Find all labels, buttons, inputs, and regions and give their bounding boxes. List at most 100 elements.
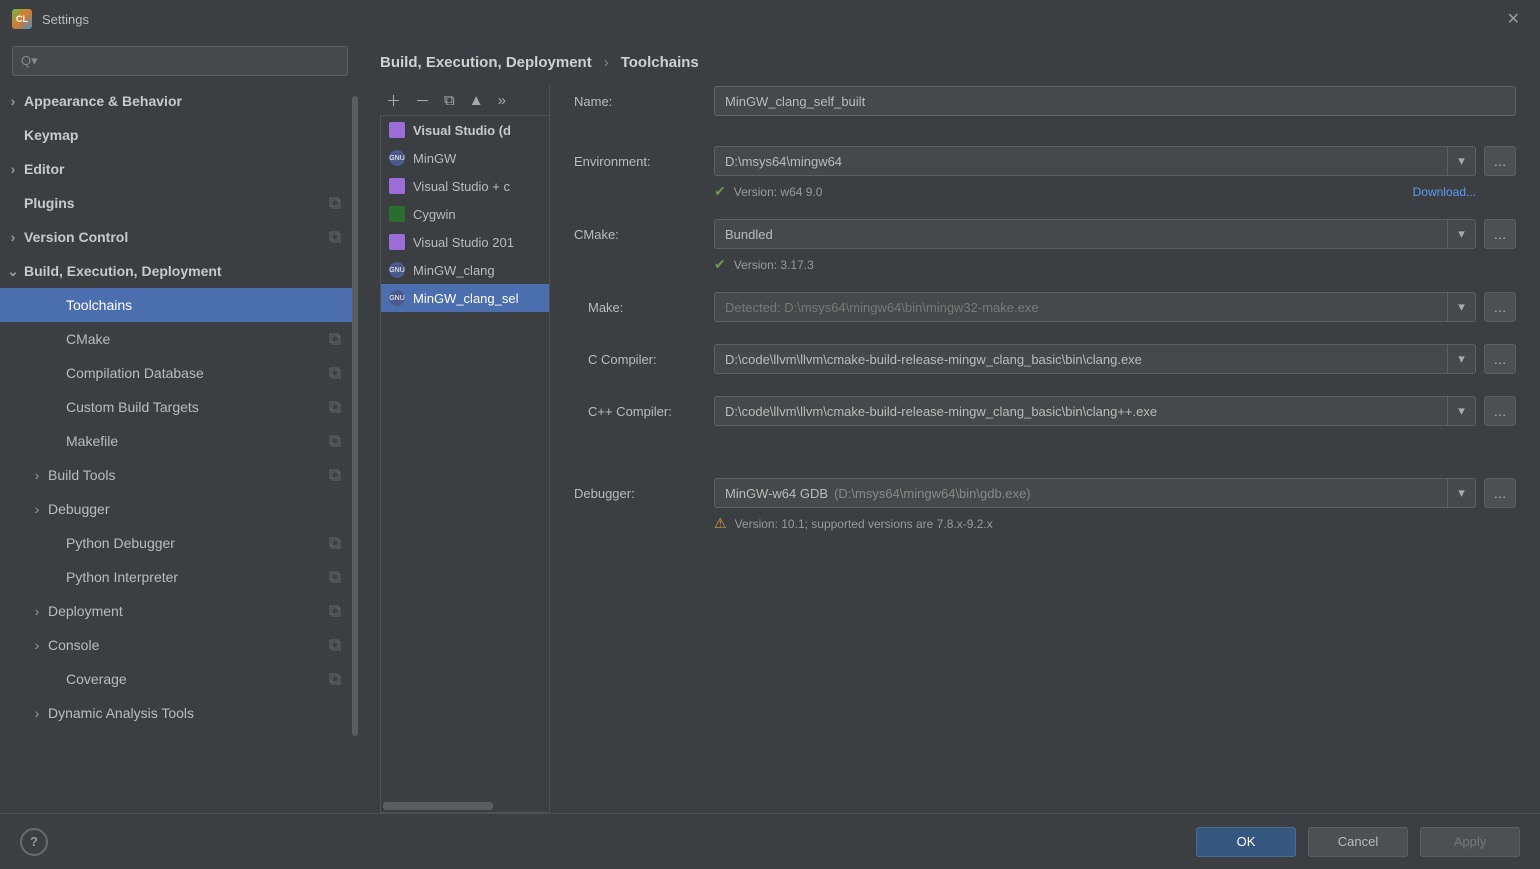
tree-editor[interactable]: ›Editor bbox=[0, 152, 354, 186]
tree-compdb[interactable]: Compilation Database bbox=[0, 356, 354, 390]
toolchain-list-panel: ＋ － ⧉ ▲ » Visual Studio (d GNUMinGW Visu… bbox=[380, 85, 550, 813]
debugger-combo[interactable]: MinGW-w64 GDB (D:\msys64\mingw64\bin\gdb… bbox=[714, 478, 1476, 508]
tree-console[interactable]: ›Console bbox=[0, 628, 354, 662]
copy-icon bbox=[328, 434, 342, 448]
content-area: Build, Execution, Deployment › Toolchain… bbox=[360, 38, 1540, 813]
cmake-status: Version: 3.17.3 bbox=[734, 258, 814, 272]
chevron-right-icon: › bbox=[30, 637, 44, 653]
tree-plugins[interactable]: Plugins bbox=[0, 186, 354, 220]
make-combo[interactable]: Detected: D:\msys64\mingw64\bin\mingw32-… bbox=[714, 292, 1476, 322]
cancel-button[interactable]: Cancel bbox=[1308, 827, 1408, 857]
chevron-down-icon: ▾ bbox=[1447, 220, 1475, 248]
chevron-right-icon: › bbox=[6, 229, 20, 245]
remove-button[interactable]: － bbox=[415, 90, 430, 111]
environment-combo[interactable]: D:\msys64\mingw64▾ bbox=[714, 146, 1476, 176]
tree-makefile[interactable]: Makefile bbox=[0, 424, 354, 458]
toolchain-item[interactable]: GNUMinGW_clang_sel bbox=[381, 284, 549, 312]
tree-cmake[interactable]: CMake bbox=[0, 322, 354, 356]
tree-version-control[interactable]: ›Version Control bbox=[0, 220, 354, 254]
cxx-browse-button[interactable]: … bbox=[1484, 396, 1516, 426]
cxx-combo[interactable]: D:\code\llvm\llvm\cmake-build-release-mi… bbox=[714, 396, 1476, 426]
cmake-browse-button[interactable]: … bbox=[1484, 219, 1516, 249]
toolchain-item[interactable]: Cygwin bbox=[381, 200, 549, 228]
gnu-icon: GNU bbox=[389, 290, 405, 306]
toolchain-item[interactable]: Visual Studio 201 bbox=[381, 228, 549, 256]
tree-dyn-tools[interactable]: ›Dynamic Analysis Tools bbox=[0, 696, 354, 730]
toolchain-form: Name: MinGW_clang_self_built Environment… bbox=[549, 85, 1540, 813]
chevron-down-icon: ▾ bbox=[1447, 293, 1475, 321]
copy-icon bbox=[328, 468, 342, 482]
cmake-combo[interactable]: Bundled▾ bbox=[714, 219, 1476, 249]
copy-icon bbox=[328, 366, 342, 380]
tree-appearance[interactable]: ›Appearance & Behavior bbox=[0, 84, 354, 118]
ok-button[interactable]: OK bbox=[1196, 827, 1296, 857]
download-link[interactable]: Download... bbox=[1413, 185, 1476, 199]
apply-button[interactable]: Apply bbox=[1420, 827, 1520, 857]
chevron-right-icon: › bbox=[30, 705, 44, 721]
add-button[interactable]: ＋ bbox=[386, 90, 401, 111]
chevron-down-icon: ▾ bbox=[1447, 479, 1475, 507]
debugger-status: Version: 10.1; supported versions are 7.… bbox=[735, 517, 993, 531]
tree-build[interactable]: ⌄Build, Execution, Deployment bbox=[0, 254, 354, 288]
breadcrumb-a[interactable]: Build, Execution, Deployment bbox=[380, 54, 592, 71]
chevron-right-icon: › bbox=[6, 93, 20, 109]
chevron-right-icon: › bbox=[6, 161, 20, 177]
chevron-down-icon: ▾ bbox=[1447, 345, 1475, 373]
toolchain-item[interactable]: Visual Studio + c bbox=[381, 172, 549, 200]
copy-icon bbox=[328, 570, 342, 584]
search-input[interactable]: Q▾ bbox=[12, 46, 348, 76]
horizontal-scrollbar[interactable] bbox=[383, 802, 493, 810]
environment-label: Environment: bbox=[574, 154, 714, 169]
sidebar-scrollbar[interactable] bbox=[352, 96, 358, 736]
environment-status: Version: w64 9.0 bbox=[734, 185, 823, 199]
check-icon: ✔ bbox=[714, 183, 726, 200]
copy-icon bbox=[328, 332, 342, 346]
close-button[interactable]: ✕ bbox=[1499, 5, 1528, 33]
window-title: Settings bbox=[42, 12, 89, 27]
tree-debugger[interactable]: ›Debugger bbox=[0, 492, 354, 526]
settings-sidebar: Q▾ ›Appearance & Behavior Keymap ›Editor… bbox=[0, 38, 360, 813]
tree-custom-targets[interactable]: Custom Build Targets bbox=[0, 390, 354, 424]
name-label: Name: bbox=[574, 94, 714, 109]
tree-py-interpreter[interactable]: Python Interpreter bbox=[0, 560, 354, 594]
breadcrumb: Build, Execution, Deployment › Toolchain… bbox=[360, 38, 1540, 85]
chevron-right-icon: › bbox=[30, 603, 44, 619]
cmake-label: CMake: bbox=[574, 227, 714, 242]
environment-browse-button[interactable]: … bbox=[1484, 146, 1516, 176]
settings-tree[interactable]: ›Appearance & Behavior Keymap ›Editor Pl… bbox=[0, 84, 360, 813]
debugger-label: Debugger: bbox=[574, 486, 714, 501]
make-label: Make: bbox=[574, 300, 714, 315]
tree-deployment[interactable]: ›Deployment bbox=[0, 594, 354, 628]
tree-build-tools[interactable]: ›Build Tools bbox=[0, 458, 354, 492]
tree-toolchains[interactable]: Toolchains bbox=[0, 288, 354, 322]
tree-py-debugger[interactable]: Python Debugger bbox=[0, 526, 354, 560]
cc-label: C Compiler: bbox=[574, 352, 714, 367]
help-button[interactable]: ? bbox=[20, 828, 48, 856]
tree-keymap[interactable]: Keymap bbox=[0, 118, 354, 152]
cxx-label: C++ Compiler: bbox=[574, 404, 714, 419]
cc-combo[interactable]: D:\code\llvm\llvm\cmake-build-release-mi… bbox=[714, 344, 1476, 374]
breadcrumb-sep-icon: › bbox=[604, 54, 609, 71]
move-up-button[interactable]: ▲ bbox=[469, 92, 484, 109]
toolchain-item[interactable]: GNUMinGW bbox=[381, 144, 549, 172]
vs-icon bbox=[389, 178, 405, 194]
gnu-icon: GNU bbox=[389, 262, 405, 278]
toolchain-list[interactable]: Visual Studio (d GNUMinGW Visual Studio … bbox=[380, 115, 550, 813]
tree-coverage[interactable]: Coverage bbox=[0, 662, 354, 696]
copy-icon bbox=[328, 638, 342, 652]
breadcrumb-b: Toolchains bbox=[621, 54, 699, 71]
more-button[interactable]: » bbox=[498, 92, 506, 109]
copy-icon bbox=[328, 196, 342, 210]
cc-browse-button[interactable]: … bbox=[1484, 344, 1516, 374]
chevron-down-icon: ▾ bbox=[1447, 397, 1475, 425]
list-toolbar: ＋ － ⧉ ▲ » bbox=[380, 85, 550, 115]
chevron-down-icon: ▾ bbox=[1447, 147, 1475, 175]
name-input[interactable]: MinGW_clang_self_built bbox=[714, 86, 1516, 116]
make-browse-button[interactable]: … bbox=[1484, 292, 1516, 322]
debugger-browse-button[interactable]: … bbox=[1484, 478, 1516, 508]
chevron-right-icon: › bbox=[30, 501, 44, 517]
copy-button[interactable]: ⧉ bbox=[444, 92, 455, 109]
search-icon: Q▾ bbox=[21, 53, 38, 69]
toolchain-item[interactable]: Visual Studio (d bbox=[381, 116, 549, 144]
toolchain-item[interactable]: GNUMinGW_clang bbox=[381, 256, 549, 284]
